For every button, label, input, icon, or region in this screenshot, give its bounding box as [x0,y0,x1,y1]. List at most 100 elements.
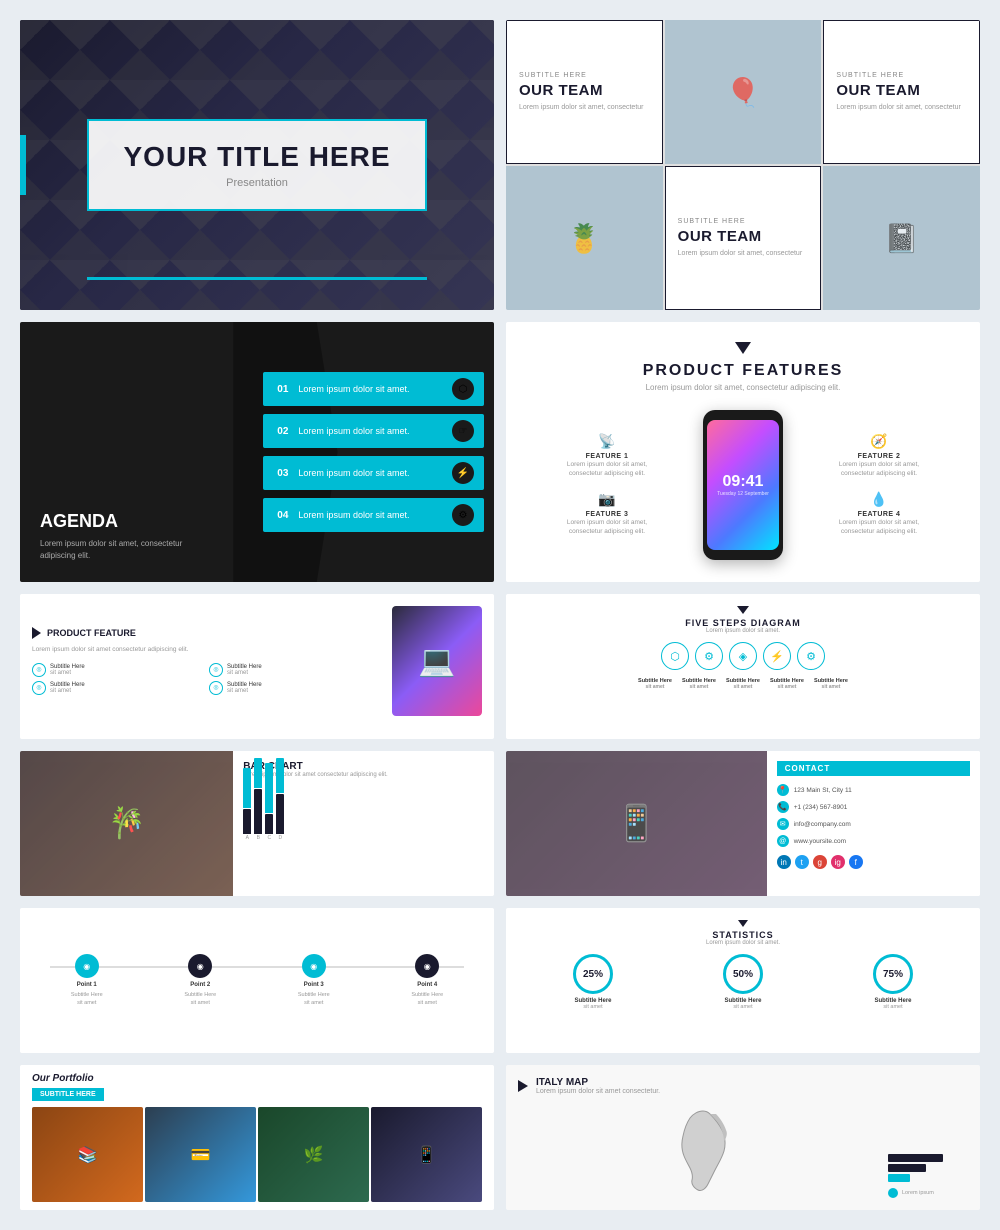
steps-row: ⬡ ⚙ ◈ ⚡ ⚙ [518,642,968,670]
portfolio-img-4: 📱 [371,1107,482,1202]
main-grid: YOUR TITLE HERE Presentation SUBTITLE HE… [20,20,980,1210]
slide-italy-map: ITALY MAP Lorem ipsum dolor sit amet con… [506,1065,980,1210]
team-body-1: Lorem ipsum dolor sit amet, consectetur [519,103,650,113]
italy-bar-3 [888,1174,910,1182]
pf-body: Lorem ipsum dolor sit amet consectetur a… [32,645,382,654]
features-title: PRODUCT FEATURES [526,362,960,380]
pf-left: PRODUCT FEATURE Lorem ipsum dolor sit am… [32,627,382,694]
contact-title: CONTACT [777,761,970,776]
agenda-num-4: 04 [277,510,288,521]
pf-features-grid: ◎ Subtitle Here sit amet ◎ Subtitle Here… [32,663,382,695]
team-subtitle-3: SUBTITLE HERE [836,72,967,79]
portfolio-images: 📚 💳 🌿 📱 [20,1107,494,1210]
features-header: PRODUCT FEATURES Lorem ipsum dolor sit a… [526,342,960,392]
italy-map-svg [518,1103,888,1198]
italy-body: Lorem ipsum [518,1103,968,1198]
stat-circle-3: 75% [873,954,913,994]
node-sub-1: Subtitle Heresit amet [71,992,103,1006]
pf-feat-dot-3: ◎ [32,681,46,695]
social-linkedin[interactable]: in [777,855,791,869]
roadmap-node-3: ◉ Point 3 Subtitle Heresit amet [298,954,330,1006]
pf-feat-3: ◎ Subtitle Here sit amet [32,681,205,695]
feature-desc-4: Lorem ipsum dolor sit amet, consectetur … [834,518,924,536]
feature-desc-3: Lorem ipsum dolor sit amet, consectetur … [562,518,652,536]
portfolio-img-2: 💳 [145,1107,256,1202]
italy-title: ITALY MAP [536,1077,660,1088]
features-inner: PRODUCT FEATURES Lorem ipsum dolor sit a… [506,322,980,582]
italy-header: ITALY MAP Lorem ipsum dolor sit amet con… [518,1077,968,1095]
step-label-4: Subtitle Here sit amet [768,678,806,690]
agenda-num-3: 03 [277,468,288,479]
legend-text: Lorem ipsum [902,1190,934,1196]
feature-item-1: 📡 FEATURE 1 Lorem ipsum dolor sit amet, … [526,433,688,478]
team-cell-photo-notebook [823,166,980,310]
team-heading-1: OUR TEAM [519,82,650,99]
cyan-accent-bar [20,135,26,195]
bar-4b [276,794,284,834]
step-label-5: Subtitle Here sit amet [812,678,850,690]
agenda-item-1: 01 Lorem ipsum dolor sit amet. ⬡ [263,372,484,406]
slide-agenda: AGENDA Lorem ipsum dolor sit amet, conse… [20,322,494,582]
features-body: 📡 FEATURE 1 Lorem ipsum dolor sit amet, … [526,407,960,562]
pf-feat-sub-3: sit amet [50,688,85,694]
phone-screen: 09:41 Tuesday 12 September [707,420,779,550]
pf-feat-sub-2: sit amet [227,670,262,676]
contact-item-3: ✉ info@company.com [777,818,970,830]
portfolio-title: Our Portfolio [32,1073,482,1084]
agenda-num-2: 02 [277,426,288,437]
agenda-text-2: Lorem ipsum dolor sit amet. [298,426,452,436]
feature-item-3: 📷 FEATURE 3 Lorem ipsum dolor sit amet, … [526,491,688,536]
bar-label-3: C [267,835,271,841]
italy-map-inner: ITALY MAP Lorem ipsum dolor sit amet con… [506,1065,980,1210]
bar-group-4: D [276,758,284,841]
step-label-2: Subtitle Here sit amet [680,678,718,690]
contact-photo: 📱 [506,751,767,896]
team-subtitle-1: SUBTITLE HERE [519,72,650,79]
social-facebook[interactable]: f [849,855,863,869]
portfolio-subtitle: SUBTITLE HERE [32,1088,104,1101]
social-instagram[interactable]: ig [831,855,845,869]
stat-circle-wrap-1: 25% Subtitle Here sit amet [573,954,613,1010]
node-circle-1: ◉ [75,954,99,978]
statistics-inner: STATISTICS Lorem ipsum dolor sit amet. 2… [506,908,980,1053]
portfolio-img-3: 🌿 [258,1107,369,1202]
feature-icon-1: 📡 [598,433,615,450]
features-left: 📡 FEATURE 1 Lorem ipsum dolor sit amet, … [526,433,688,535]
pf-feat-label-3: Subtitle Here [50,682,85,688]
team-cell-5: SUBTITLE HERE OUR TEAM Lorem ipsum dolor… [665,166,822,310]
cyan-bottom-bar [87,277,427,280]
bar-2b [254,789,262,834]
feature-desc-1: Lorem ipsum dolor sit amet, consectetur … [562,460,652,478]
italy-arrow-icon [518,1080,528,1092]
pf-feat-2: ◎ Subtitle Here sit amet [209,663,382,677]
phone-mockup: 09:41 Tuesday 12 September [703,410,783,560]
team-heading-5: OUR TEAM [678,228,809,245]
social-google[interactable]: g [813,855,827,869]
bar-1a [243,768,251,808]
agenda-item-2: 02 Lorem ipsum dolor sit amet. ☞ [263,414,484,448]
bar-chart-inner: 🎋 BAR CHART Lorem ipsum dolor sit amet c… [20,751,494,896]
bar-chart-bars: A B C D [243,786,484,841]
stat-circle-2: 50% [723,954,763,994]
agenda-icon-3: ⚡ [452,462,474,484]
node-circle-2: ◉ [188,954,212,978]
contact-location-icon: 📍 [777,784,789,796]
contact-item-4: @ www.yoursite.com [777,835,970,847]
stat-circle-1: 25% [573,954,613,994]
social-twitter[interactable]: t [795,855,809,869]
step-circle-4: ⚡ [763,642,791,670]
roadmap-node-4: ◉ Point 4 Subtitle Heresit amet [411,954,443,1006]
node-sub-4: Subtitle Heresit amet [411,992,443,1006]
slide-roadmap: ◉ Point 1 Subtitle Heresit amet ◉ Point … [20,908,494,1053]
feature-icon-4: 💧 [870,491,887,508]
agenda-icon-4: ⚙ [452,504,474,526]
bar-4a [276,758,284,793]
agenda-icon-2: ☞ [452,420,474,442]
italy-chart: Lorem ipsum [888,1103,968,1198]
steps-labels: Subtitle Here sit amet Subtitle Here sit… [518,678,968,690]
italy-svg [668,1106,738,1196]
pf-arrow-icon [32,627,41,639]
stats-arrow-icon [738,920,748,927]
pf-feat-label-1: Subtitle Here [50,664,85,670]
five-steps-inner: FIVE STEPS DIAGRAM Lorem ipsum dolor sit… [506,594,980,702]
